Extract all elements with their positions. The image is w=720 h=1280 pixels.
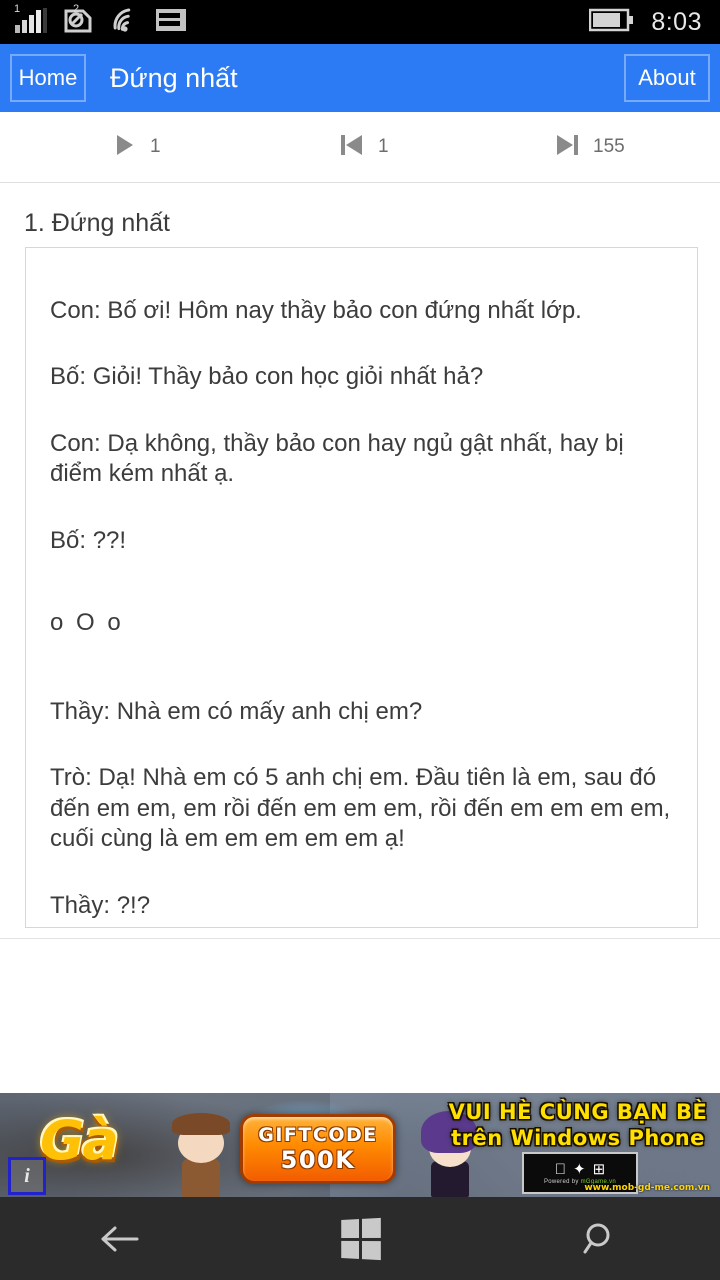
joke-paragraph: Bố: Giỏi! Thầy bảo con học giỏi nhất hả? [50,363,484,391]
next-control-value: 155 [593,136,625,157]
system-navigation-bar [0,1197,720,1280]
status-bar: 1 2 8:03 [0,0,720,44]
joke-separator: o O o [50,609,124,637]
skip-previous-icon [338,132,366,163]
android-icon: ✦ [567,1160,586,1178]
ad-platform-icons:  ✦ ⊞ [555,1162,605,1177]
app-bar: Home Đứng nhất About [0,44,720,112]
ad-character-left [170,1109,232,1197]
data-connection-icon: 2 [63,2,93,39]
ad-giftcode-button[interactable]: GIFTCODE 500K [240,1114,396,1184]
joke-paragraph: Con: Dạ không, thầy bảo con hay ngủ gật … [50,429,624,488]
status-bar-right: 8:03 [589,0,702,44]
next-control[interactable]: 155 [553,132,625,163]
ad-giftcode-amount: 500K [280,1146,356,1174]
joke-paragraph: Con: Bố ơi! Hôm nay thầy bảo con đứng nh… [50,297,582,324]
joke-navigation-bar: 1 1 155 [0,112,720,183]
content-panel: 1. Đứng nhất Con: Bố ơi! Hôm nay thầy bả… [0,183,720,939]
page-title: Đứng nhất [110,62,238,93]
phone-screen: 1 2 8:03 Home Đứng nhất About 1 1 155 1.… [0,0,720,1280]
status-bar-left-icons: 1 2 [0,2,187,39]
ad-game-logo: Gà [40,1109,119,1172]
windows-icon: ⊞ [587,1160,606,1178]
ad-info-icon[interactable]: i [8,1157,46,1195]
play-icon [112,132,138,163]
wifi-icon [108,7,140,38]
signal-sim-number: 1 [14,2,21,15]
skip-next-icon [553,132,581,163]
back-arrow-icon [101,1226,139,1251]
ad-slogan-line-2: trên Windows Phone [451,1125,705,1150]
previous-control-value: 1 [378,136,389,157]
home-button[interactable]: Home [10,54,86,102]
about-button[interactable]: About [624,54,710,102]
status-bar-clock: 8:03 [651,7,702,36]
joke-paragraph: Thầy: Nhà em có mấy anh chị em? [50,697,423,725]
ad-slogan-line-1: VUI HÈ CÙNG BẠN BÈ [448,1100,708,1124]
joke-paragraph: Bố: ??! [50,526,127,554]
signal-bars-icon: 1 [14,2,48,38]
ad-slogan: VUI HÈ CÙNG BẠN BÈ trên Windows Phone [444,1100,712,1151]
apple-icon:  [555,1162,566,1177]
joke-paragraph: Trò: Dạ! Nhà em có 5 anh chị em. Đầu tiê… [50,764,671,853]
sim-card-icon [155,7,187,38]
play-control-value: 1 [150,136,161,157]
search-button[interactable] [525,1197,675,1280]
start-button[interactable] [285,1197,435,1280]
ad-giftcode-label: GIFTCODE [258,1124,378,1146]
joke-paragraph: Thầy: ?!? [50,891,151,919]
joke-title: 1. Đứng nhất [24,209,170,237]
battery-icon [589,8,635,37]
play-control[interactable]: 1 [112,132,161,163]
joke-text-box: Con: Bố ơi! Hôm nay thầy bảo con đứng nh… [25,247,698,928]
ad-url-text: www.mob-gd-me.com.vn [584,1183,710,1193]
data-sim-number: 2 [73,2,80,15]
windows-logo-icon [341,1217,381,1260]
back-button[interactable] [45,1197,195,1280]
previous-control[interactable]: 1 [338,132,389,163]
search-icon [583,1223,610,1253]
ad-info-glyph: i [24,1164,30,1187]
